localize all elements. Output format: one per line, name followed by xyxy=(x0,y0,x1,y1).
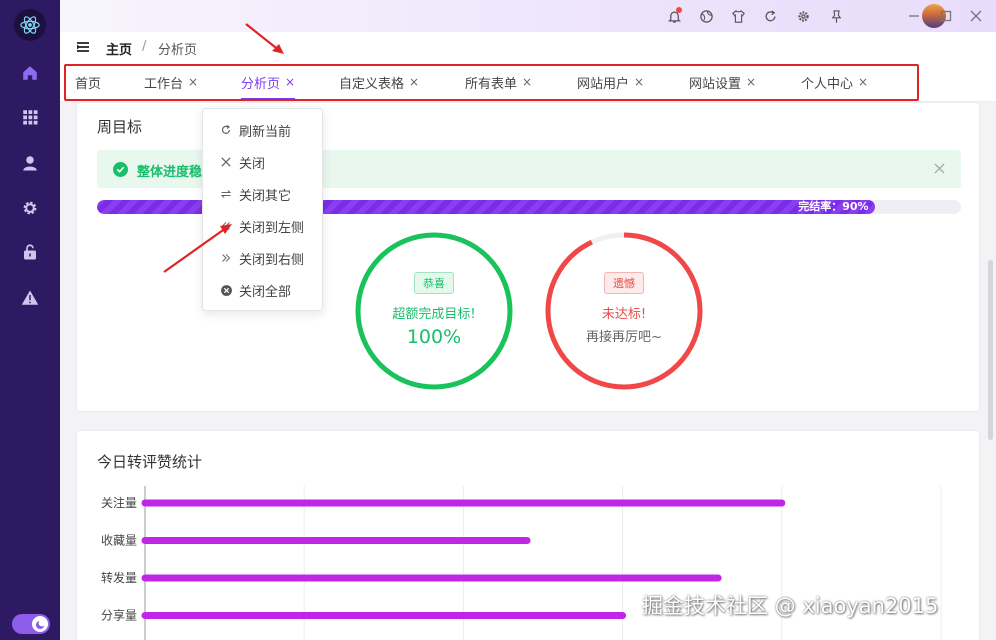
menu-item-refresh[interactable]: 刷新当前 xyxy=(203,114,324,146)
theme-toggle[interactable] xyxy=(12,614,50,634)
menu-item-label: 关闭其它 xyxy=(239,188,292,204)
app-logo[interactable] xyxy=(14,9,46,41)
minimize-icon[interactable] xyxy=(904,6,924,26)
menu-item-label: 关闭全部 xyxy=(239,284,292,300)
menu-item-label: 关闭到右侧 xyxy=(239,252,305,268)
annotation-arrow-tabs xyxy=(245,23,284,54)
settings-icon[interactable] xyxy=(793,6,813,26)
scrollbar[interactable] xyxy=(988,260,993,440)
gear-icon[interactable] xyxy=(18,196,42,220)
swap-icon xyxy=(219,187,233,201)
refresh-icon xyxy=(219,123,233,137)
close-icon xyxy=(219,155,233,169)
chart-category-label: 转发量 xyxy=(101,570,137,585)
progress-label: 完结率：90% xyxy=(798,200,869,213)
chart-category-label: 关注量 xyxy=(101,495,137,510)
breadcrumb-current: 分析页 xyxy=(158,43,198,58)
warning-icon[interactable] xyxy=(18,286,42,310)
success-ring: 恭喜 超额完成目标! 100% xyxy=(354,231,514,391)
ring-tag: 遗憾 xyxy=(604,272,644,294)
home-icon[interactable] xyxy=(18,61,42,85)
left-sidebar xyxy=(0,0,60,640)
menu-item-close-all[interactable]: 关闭全部 xyxy=(203,274,324,306)
menu-item-label: 关闭 xyxy=(239,156,266,172)
ring-value: 100% xyxy=(406,326,462,348)
grid-icon[interactable] xyxy=(18,105,42,129)
watermark: 掘金技术社区 @ xiaoyan2015 xyxy=(642,594,939,618)
notification-dot xyxy=(676,7,682,13)
moon-icon xyxy=(32,616,48,632)
ring-message: 未达标! xyxy=(601,307,647,322)
menu-fold-icon[interactable] xyxy=(76,40,90,54)
bell-icon[interactable] xyxy=(664,6,684,26)
ring-subtext: 再接再厉吧~ xyxy=(586,330,662,345)
ring-tag: 恭喜 xyxy=(414,272,454,294)
menu-item-label: 刷新当前 xyxy=(239,124,292,140)
breadcrumb-separator: / xyxy=(142,39,147,54)
refresh-icon[interactable] xyxy=(760,6,780,26)
pin-icon[interactable] xyxy=(826,6,846,26)
tab-context-menu: 刷新当前 关闭 关闭其它 关闭到左侧 关闭到右侧 关闭全部 xyxy=(202,108,323,311)
chart-category-label: 收藏量 xyxy=(101,534,137,548)
title-bar xyxy=(60,0,996,32)
check-circle-icon xyxy=(113,162,128,177)
maximize-icon[interactable] xyxy=(936,6,956,26)
ring-message: 超额完成目标! xyxy=(392,307,476,322)
menu-item-label: 关闭到左侧 xyxy=(239,220,305,236)
alert-close-icon[interactable] xyxy=(934,159,945,178)
fail-ring: 遗憾 未达标! 再接再厉吧~ xyxy=(544,231,704,391)
menu-item-close-others[interactable]: 关闭其它 xyxy=(203,178,324,210)
globe-icon[interactable] xyxy=(696,6,716,26)
close-circle-icon xyxy=(219,283,233,297)
annotation-highlight-box xyxy=(64,64,919,101)
breadcrumb: 主页 / 分析页 xyxy=(60,32,996,62)
user-icon[interactable] xyxy=(18,151,42,175)
breadcrumb-home[interactable]: 主页 xyxy=(106,39,132,58)
window-close-icon[interactable] xyxy=(966,6,986,26)
shirt-icon[interactable] xyxy=(728,6,748,26)
atom-icon xyxy=(20,16,40,34)
alert-text: 整体进度稳 xyxy=(137,165,203,180)
chart-category-label: 分享量 xyxy=(101,608,137,623)
lock-icon[interactable] xyxy=(18,240,42,264)
annotation-arrow-menu xyxy=(163,224,232,273)
card-title: 周目标 xyxy=(97,118,143,136)
menu-item-close[interactable]: 关闭 xyxy=(203,146,324,178)
